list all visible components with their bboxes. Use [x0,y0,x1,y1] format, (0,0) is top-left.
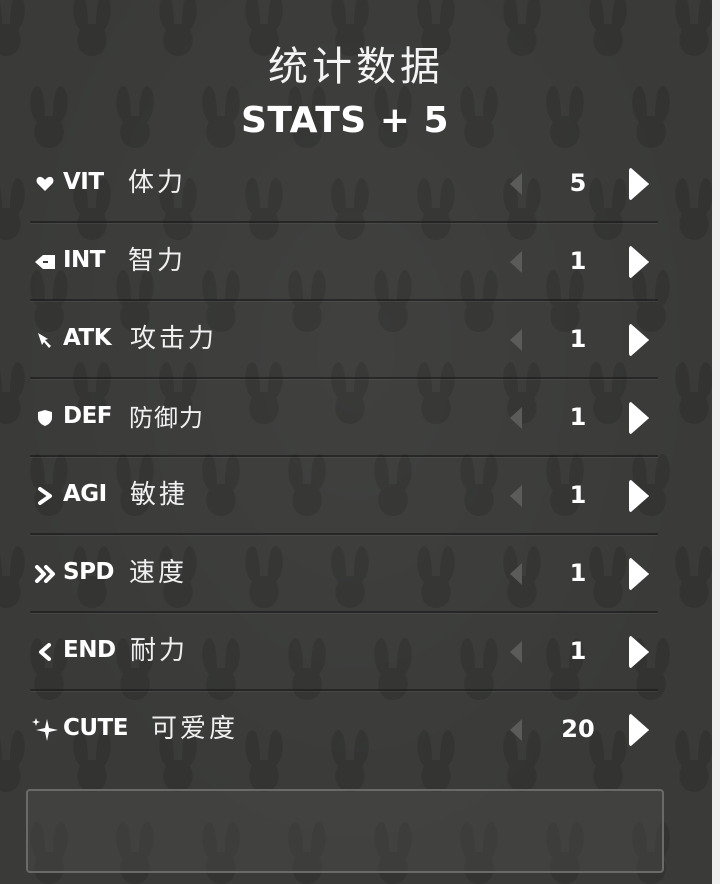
brain-icon [32,249,58,275]
decrease-arrow-icon[interactable] [508,638,524,666]
bunny-icon [675,546,712,608]
increase-arrow-icon[interactable] [626,243,652,281]
bunny-icon [675,178,712,240]
increase-arrow-icon[interactable] [626,711,652,749]
description-box [26,789,664,873]
stat-value: 5 [569,169,587,197]
double-chevron-icon [32,561,58,587]
stat-row-int: INT 智力 1 [30,223,658,301]
stat-abbr: INT [63,247,106,273]
increase-arrow-icon[interactable] [626,477,652,515]
stat-abbr: DEF [63,403,113,429]
increase-arrow-icon[interactable] [626,399,652,437]
bunny-icon [675,362,712,424]
increase-arrow-icon[interactable] [626,321,652,359]
decrease-arrow-icon[interactable] [508,404,524,432]
stat-value: 1 [569,481,587,509]
stat-name-cn: 智力 [128,246,187,276]
stats-panel: 统计数据 STATS + 5 VIT 体力 5 INT 智力 1 ATK 攻击力… [0,0,720,884]
stat-value: 1 [569,325,587,353]
page-title: 统计数据 [268,44,444,90]
stat-row-vit: VIT 体力 5 [30,145,658,223]
stat-name-cn: 攻击力 [130,324,218,354]
stat-value: 1 [569,247,587,275]
increase-arrow-icon[interactable] [626,165,652,203]
decrease-arrow-icon[interactable] [508,560,524,588]
stat-value: 1 [569,559,587,587]
stats-points-label: STATS + 5 [240,100,450,141]
stat-name-cn: 速度 [129,558,188,588]
stat-row-end: END 耐力 1 [30,613,658,691]
stat-name-cn: 防御力 [129,404,204,432]
heart-icon [32,171,58,197]
stat-name-cn: 体力 [128,168,187,198]
sparkle-icon [30,717,60,743]
sword-icon [32,327,58,353]
bunny-icon [675,730,712,792]
stat-row-agi: AGI 敏捷 1 [30,457,658,535]
shield-icon [32,405,58,431]
stat-abbr: END [63,637,116,663]
stat-value: 1 [569,637,587,665]
increase-arrow-icon[interactable] [626,633,652,671]
stat-name-cn: 耐力 [130,636,189,666]
stat-abbr: VIT [63,169,104,195]
chevron-left-icon [32,639,58,665]
stat-value: 20 [561,715,595,743]
stat-abbr: ATK [63,325,112,351]
decrease-arrow-icon[interactable] [508,716,524,744]
stat-row-cute: CUTE 可爱度 20 [30,691,658,767]
stat-row-def: DEF 防御力 1 [30,379,658,457]
stat-row-atk: ATK 攻击力 1 [30,301,658,379]
stat-value: 1 [569,403,587,431]
bunny-icon [0,178,25,240]
decrease-arrow-icon[interactable] [508,248,524,276]
decrease-arrow-icon[interactable] [508,326,524,354]
chevron-right-icon [32,483,58,509]
stats-list: VIT 体力 5 INT 智力 1 ATK 攻击力 1 DEF 防御力 1 AG… [30,145,658,767]
decrease-arrow-icon[interactable] [508,170,524,198]
stat-abbr: AGI [63,481,107,507]
stat-name-cn: 敏捷 [130,480,189,510]
decrease-arrow-icon[interactable] [508,482,524,510]
bunny-icon [0,546,25,608]
bunny-icon [0,730,25,792]
stat-abbr: SPD [63,559,115,585]
stat-name-cn: 可爱度 [151,714,239,744]
increase-arrow-icon[interactable] [626,555,652,593]
stat-abbr: CUTE [63,715,128,741]
stat-row-spd: SPD 速度 1 [30,535,658,613]
bunny-icon [0,362,25,424]
